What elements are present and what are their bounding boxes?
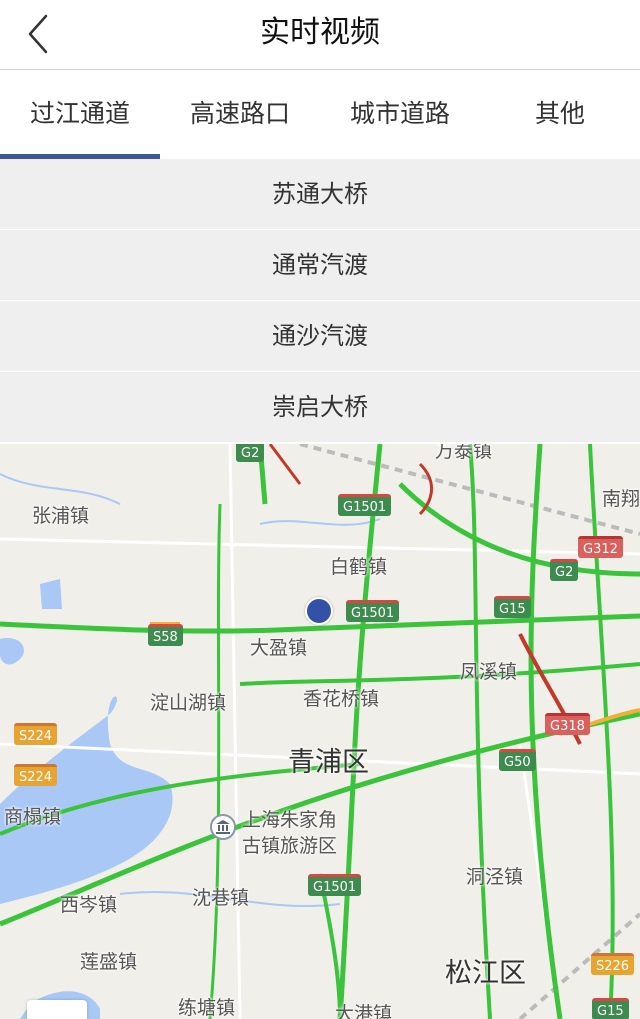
place-label: 万泰镇 [435,444,493,462]
road-shield: S58 [148,624,183,646]
road-shield: G15 [592,998,629,1019]
pond-2 [0,638,24,665]
tab-other[interactable]: 其他 [480,71,640,159]
camera-list: 苏通大桥 通常汽渡 通沙汽渡 崇启大桥 [0,159,640,443]
road-shield: G50 [499,749,536,771]
road-shield: S224 [14,764,58,786]
place-label: 古镇旅游区 [242,835,338,857]
road-shield: S224 [14,723,58,745]
district-label: 松江区 [445,958,526,989]
place-label: 商榻镇 [4,806,62,828]
map-canvas [0,444,640,1019]
place-label: 淀山湖镇 [150,692,227,714]
road-shield: G318 [545,713,590,735]
place-label: 南翔 [602,488,640,510]
app-header: 实时视频 [0,0,640,70]
map-control-button[interactable] [27,1000,87,1019]
road-shield: G1501 [346,600,400,622]
place-label: 香花桥镇 [303,688,380,710]
tab-highway-exit[interactable]: 高速路口 [160,71,320,159]
place-label: 上海朱家角 [242,809,338,831]
road-shield: G15 [494,596,531,618]
category-tabs: 过江通道 高速路口 城市道路 其他 [0,71,640,159]
road-shield: G2 [550,559,579,581]
current-location-marker[interactable] [305,597,333,625]
road-shield: G2 [236,444,265,462]
place-label: 沈巷镇 [192,887,250,909]
place-label: 张浦镇 [32,505,90,527]
tab-city-road[interactable]: 城市道路 [320,71,480,159]
pond [40,579,62,609]
place-label: 大港镇 [335,1003,393,1019]
place-label: 西岑镇 [60,894,118,916]
place-label: 练塘镇 [178,997,236,1019]
place-label: 白鹤镇 [330,556,388,578]
list-item[interactable]: 崇启大桥 [0,372,640,443]
road-shield: G1501 [308,874,362,896]
museum-icon[interactable] [210,814,236,840]
place-label: 莲盛镇 [80,951,138,973]
tab-river-crossing[interactable]: 过江通道 [0,71,160,159]
list-item[interactable]: 通沙汽渡 [0,301,640,372]
district-label: 青浦区 [288,747,369,778]
page-title: 实时视频 [260,15,380,50]
place-label: 大盈镇 [250,637,308,659]
place-label: 凤溪镇 [460,661,518,683]
list-item[interactable]: 苏通大桥 [0,159,640,230]
traffic-map[interactable]: 万泰镇 张浦镇 南翔 白鹤镇 大盈镇 凤溪镇 淀山湖镇 香花桥镇 青浦区 商榻镇… [0,444,640,1019]
road-shield: S226 [591,953,635,975]
place-label: 洞泾镇 [466,866,524,888]
road-shield: G312 [578,536,623,558]
list-item[interactable]: 通常汽渡 [0,230,640,301]
road-shield: G1501 [338,494,392,516]
